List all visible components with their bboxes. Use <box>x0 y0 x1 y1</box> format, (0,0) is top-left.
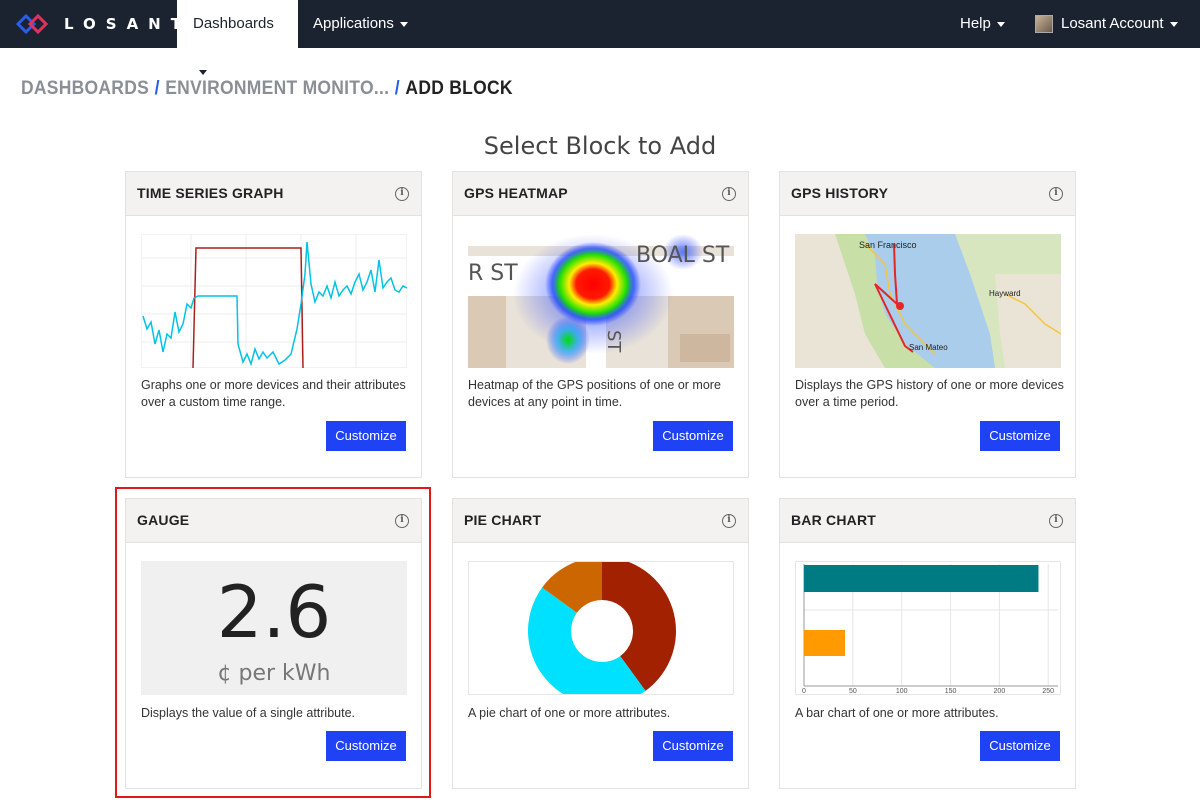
card-title: TIME SERIES GRAPH <box>137 185 284 201</box>
breadcrumb-dashboards[interactable]: DASHBOARDS <box>21 78 149 99</box>
breadcrumb: DASHBOARDS / ENVIRONMENT MONITO... / ADD BLO… <box>21 78 513 100</box>
breadcrumb-separator: / <box>394 78 400 99</box>
block-card-gps-history[interactable]: GPS HISTORY i San Francisco Hayward San … <box>779 171 1076 478</box>
gps-heatmap-preview: R ST BOAL ST ST <box>468 234 734 368</box>
card-header: PIE CHART i <box>453 499 748 543</box>
nav-applications-dropdown[interactable]: Applications <box>297 0 424 48</box>
gps-history-preview: San Francisco Hayward San Mateo <box>795 234 1061 368</box>
nav-dashboards-label: Dashboards <box>193 15 274 32</box>
customize-button[interactable]: Customize <box>980 731 1060 761</box>
info-icon[interactable]: i <box>1049 514 1063 528</box>
block-card-gps-heatmap[interactable]: GPS HEATMAP i R ST BOAL ST ST Heatmap of… <box>452 171 749 478</box>
x-tick-label: 0 <box>802 688 806 695</box>
x-tick-label: 200 <box>994 688 1006 695</box>
nav-account-label: Losant Account <box>1061 15 1164 32</box>
map-label: Hayward <box>989 289 1021 298</box>
top-navbar: LOSANT Dashboards Applications Help Losa… <box>0 0 1200 75</box>
gauge-selection-highlight <box>115 487 431 798</box>
info-icon[interactable]: i <box>722 187 736 201</box>
card-title: GPS HEATMAP <box>464 185 568 201</box>
block-card-pie-chart[interactable]: PIE CHART i A pie chart of one or more a… <box>452 498 749 789</box>
brand-name: LOSANT <box>64 15 191 33</box>
caret-down-icon <box>199 69 207 75</box>
breadcrumb-current: ADD BLOCK <box>405 78 513 99</box>
map-label: BOAL ST <box>636 243 730 268</box>
bar-chart-preview: 0 50 100 150 200 250 <box>795 561 1061 695</box>
time-series-preview <box>141 234 407 368</box>
avatar <box>1035 15 1053 33</box>
bar-0 <box>804 565 1039 592</box>
map-label: R ST <box>468 261 518 286</box>
card-title: GPS HISTORY <box>791 185 889 201</box>
page-title: Select Block to Add <box>483 132 717 160</box>
card-description: A pie chart of one or more attributes. <box>468 706 671 720</box>
customize-button[interactable]: Customize <box>653 421 733 451</box>
nav-applications-label: Applications <box>313 15 394 32</box>
caret-down-icon <box>996 21 1005 27</box>
card-header: GPS HEATMAP i <box>453 172 748 216</box>
pie-chart-preview <box>468 561 734 695</box>
breadcrumb-dashboard[interactable]: ENVIRONMENT MONITO... <box>165 78 389 99</box>
customize-button[interactable]: Customize <box>326 421 406 451</box>
nav-account-dropdown[interactable]: Losant Account <box>1019 0 1194 48</box>
x-tick-label: 100 <box>896 688 908 695</box>
card-header: GPS HISTORY i <box>780 172 1075 216</box>
card-header: BAR CHART i <box>780 499 1075 543</box>
block-card-time-series[interactable]: TIME SERIES GRAPH i Graphs one or more d… <box>125 171 422 478</box>
customize-button[interactable]: Customize <box>980 421 1060 451</box>
card-description: Heatmap of the GPS positions of one or m… <box>468 378 721 409</box>
card-description: Graphs one or more devices and their att… <box>141 378 406 409</box>
nav-help-label: Help <box>960 15 991 32</box>
card-title: PIE CHART <box>464 512 542 528</box>
caret-down-icon <box>1169 21 1178 27</box>
card-description: Displays the GPS history of one or more … <box>795 378 1064 409</box>
pie-chart-svg <box>528 562 676 694</box>
info-icon[interactable]: i <box>395 187 409 201</box>
block-card-bar-chart[interactable]: BAR CHART i 0 50 100 150 200 250 A bar chart … <box>779 498 1076 789</box>
card-header: TIME SERIES GRAPH i <box>126 172 421 216</box>
bar-chart-svg: 0 50 100 150 200 250 <box>802 564 1058 695</box>
losant-logo[interactable]: LOSANT <box>16 10 191 38</box>
map-label: San Mateo <box>909 343 948 352</box>
x-tick-label: 50 <box>849 688 857 695</box>
caret-down-icon <box>399 21 408 27</box>
card-description: A bar chart of one or more attributes. <box>795 706 999 720</box>
x-tick-label: 150 <box>945 688 957 695</box>
nav-dashboards-dropdown[interactable]: Dashboards <box>177 0 298 75</box>
info-icon[interactable]: i <box>1049 187 1063 201</box>
map-label: ST <box>603 330 624 353</box>
losant-logo-icon <box>16 13 49 35</box>
map-label: San Francisco <box>859 240 917 250</box>
x-tick-label: 250 <box>1042 688 1054 695</box>
info-icon[interactable]: i <box>722 514 736 528</box>
card-title: BAR CHART <box>791 512 877 528</box>
nav-help-dropdown[interactable]: Help <box>944 0 1021 48</box>
breadcrumb-separator: / <box>154 78 160 99</box>
customize-button[interactable]: Customize <box>653 731 733 761</box>
bar-1 <box>804 630 846 656</box>
